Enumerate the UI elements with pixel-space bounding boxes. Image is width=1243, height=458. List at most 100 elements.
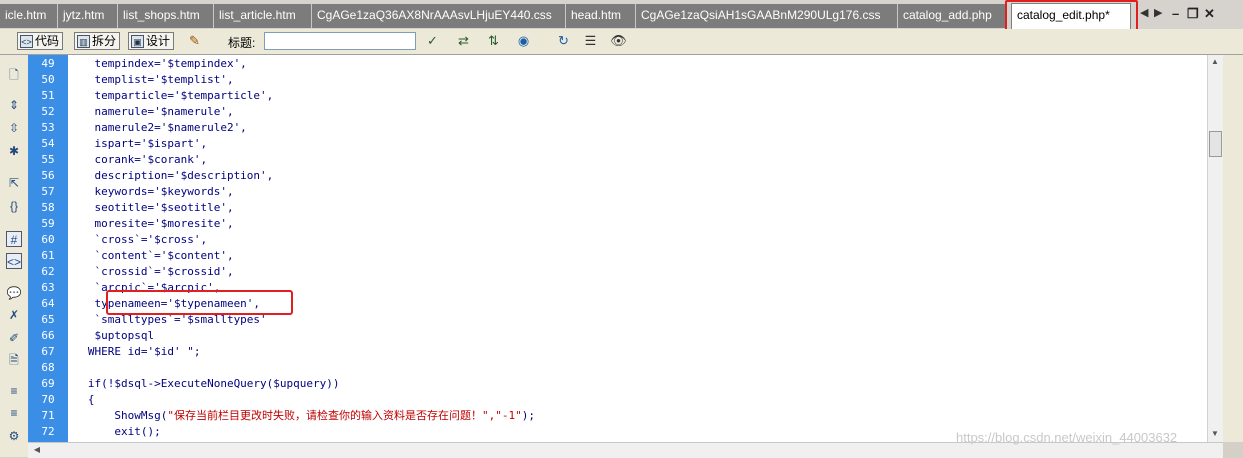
expand-all-icon[interactable]: ✱ [6,143,22,159]
tab-list-shops-htm[interactable]: list_shops.htm [118,4,214,28]
code-line[interactable]: templist='$templist', [68,72,233,88]
outdent-code-icon[interactable]: ≡ [6,405,22,421]
collapse-selection-icon[interactable]: ⇳ [6,120,22,136]
view-options-icon[interactable]: ☰ [582,33,599,49]
collapse-tag-icon[interactable]: ⇕ [6,97,22,113]
tab-catalog-edit-php[interactable]: catalog_edit.php* [1011,3,1131,29]
validate-icon[interactable]: ✓ [424,33,441,49]
code-line[interactable]: temparticle='$temparticle', [68,88,273,104]
code-line[interactable]: exit(); [68,424,160,440]
restore-icon[interactable]: ❐ [1187,6,1199,22]
code-text: `crossid`='$crossid', [68,265,234,278]
code-line[interactable]: moresite='$moresite', [68,216,233,232]
tab-scroll-left-icon[interactable]: ◀ [1140,6,1148,19]
code-line[interactable]: $uptopsql [68,328,154,344]
format-source-icon[interactable]: ⚙ [6,428,22,444]
split-view-button[interactable]: ▥ 拆分 [74,32,121,50]
code-text: temparticle='$temparticle', [68,89,274,102]
recent-snippets-icon[interactable]: 🗎 [6,352,22,368]
apply-comment-icon[interactable]: 💬 [6,285,22,301]
code-text: seotitle='$seotitle', [68,201,234,214]
code-line[interactable]: `crossid`='$crossid', [68,264,234,280]
line-number: 49 [41,57,55,70]
debug-icon[interactable]: ⇅ [485,33,502,49]
code-line[interactable]: ispart='$ispart', [68,136,207,152]
code-view-button[interactable]: <> 代码 [17,32,64,50]
line-number: 71 [41,409,55,422]
code-line[interactable]: WHERE id='$id' "; [68,344,201,360]
tab-css-file-2[interactable]: CgAGe1zaQsiAH1sGAABnM290ULg176.css [636,4,898,28]
code-line[interactable]: description='$description', [68,168,273,184]
code-text: typenameen='$typenameen', [68,297,261,310]
line-number: 54 [41,137,55,150]
scroll-up-icon[interactable]: ▲ [1208,57,1222,66]
code-line[interactable]: `arcpic`='$arcpic', [68,280,220,296]
tab-catalog-add-php[interactable]: catalog_add.php [898,4,1006,28]
tab-jytz-htm[interactable]: jytz.htm [58,4,118,28]
code-line[interactable]: { [68,392,95,408]
design-view-icon: ▣ [131,34,144,48]
line-number: 59 [41,217,55,230]
preview-browser-icon[interactable]: ◉ [515,33,532,49]
visual-aids-icon[interactable]: 👁 [610,33,627,49]
code-text: $uptopsql [68,329,155,342]
open-documents-icon[interactable]: 🗋 [6,67,22,83]
code-text: keywords='$keywords', [68,185,234,198]
line-number: 58 [41,201,55,214]
indent-code-icon[interactable]: ≡ [6,383,22,399]
code-line[interactable]: `content`='$content', [68,248,233,264]
split-view-icon: ▥ [77,34,90,48]
code-line[interactable]: `cross`='$cross', [68,232,207,248]
code-line[interactable]: if(!$dsql->ExecuteNoneQuery($upquery)) [68,376,340,392]
highlight-invalid-code-icon[interactable]: <> [6,253,22,269]
code-line[interactable]: typenameen='$typenameen', [68,296,260,312]
code-text: ShowMsg( [68,409,168,422]
code-line[interactable]: keywords='$keywords', [68,184,234,200]
code-line[interactable]: namerule='$namerule', [68,104,233,120]
code-text: ispart='$ispart', [68,137,208,150]
scroll-down-icon[interactable]: ▼ [1208,429,1222,438]
code-line[interactable]: ShowMsg("保存当前栏目更改时失败，请检查你的输入资料是否存在问题！","… [68,408,535,424]
code-text: tempindex='$tempindex', [68,57,247,70]
line-number: 70 [41,393,55,406]
code-line[interactable]: namerule2='$namerule2', [68,120,246,136]
wrap-tag-icon[interactable]: ✐ [6,330,22,346]
line-number: 69 [41,377,55,390]
code-editor[interactable]: tempindex='$tempindex', templist='$templ… [68,55,1207,442]
design-view-button[interactable]: ▣ 设计 [128,32,175,50]
scroll-left-icon[interactable]: ◀ [30,445,44,454]
line-number: 57 [41,185,55,198]
code-line[interactable]: seotitle='$seotitle', [68,200,234,216]
line-number: 63 [41,281,55,294]
line-numbers-icon[interactable]: # [6,231,22,247]
tab-css-file-1[interactable]: CgAGe1zaQ36AX8NrAAAsvLHjuEY440.css [312,4,566,28]
code-line[interactable]: tempindex='$tempindex', [68,56,247,72]
refresh-icon[interactable]: ↻ [555,33,572,49]
tab-icle-htm[interactable]: icle.htm [0,4,58,28]
remove-comment-icon[interactable]: ✗ [6,307,22,323]
line-number: 68 [41,361,55,374]
code-line[interactable]: corank='$corank', [68,152,207,168]
code-line[interactable]: `smalltypes`='$smalltypes' [68,312,266,328]
split-view-label: 拆分 [92,34,117,48]
line-number: 61 [41,249,55,262]
line-number: 60 [41,233,55,246]
code-text: `arcpic`='$arcpic', [68,281,221,294]
tab-scroll-right-icon[interactable]: ▶ [1154,6,1162,19]
close-icon[interactable]: ✕ [1204,6,1215,22]
minimize-icon[interactable]: – [1172,6,1179,21]
select-parent-tag-icon[interactable]: ⇱ [6,175,22,191]
line-number: 67 [41,345,55,358]
line-number: 56 [41,169,55,182]
live-view-icon[interactable]: ✎ [186,33,203,49]
title-input[interactable] [264,32,416,50]
balance-braces-icon[interactable]: {} [6,198,22,214]
tab-list-article-htm[interactable]: list_article.htm [214,4,312,28]
line-number: 53 [41,121,55,134]
file-management-icon[interactable]: ⇄ [455,33,472,49]
code-text: { [68,393,95,406]
tab-head-htm[interactable]: head.htm [566,4,636,28]
vertical-scrollbar[interactable]: ▲ ▼ [1207,55,1224,442]
vertical-scroll-thumb[interactable] [1209,131,1222,157]
code-text: `cross`='$cross', [68,233,208,246]
